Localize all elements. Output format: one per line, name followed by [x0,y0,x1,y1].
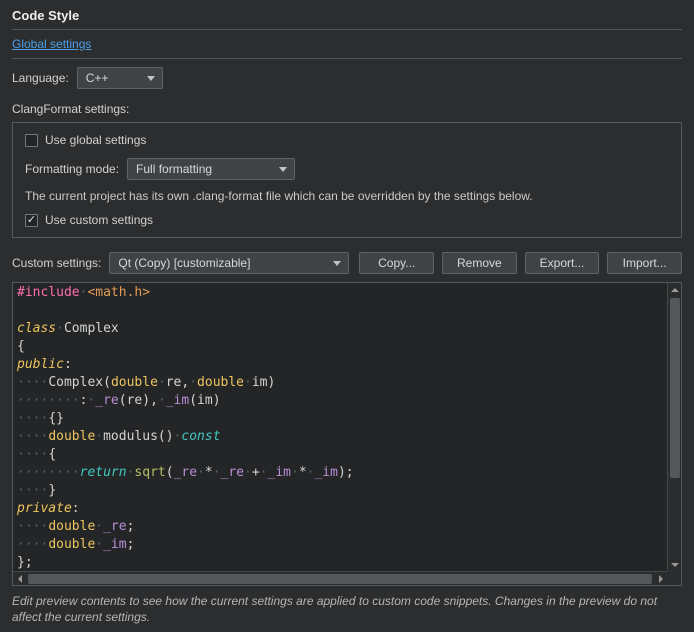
code-line: ····{} [17,410,663,428]
divider [12,29,682,30]
code-line [17,302,663,320]
code-line: }; [17,554,663,571]
use-custom-settings-checkbox[interactable]: ✓ Use custom settings [25,213,669,227]
clangformat-groupbox: Use global settings Formatting mode: Ful… [12,122,682,238]
code-line: #include·<math.h> [17,284,663,302]
scroll-down-icon[interactable] [668,558,681,571]
language-label: Language: [12,71,69,85]
code-line: ····} [17,482,663,500]
code-line: ····{ [17,446,663,464]
chevron-down-icon [279,167,287,172]
code-preview-editor[interactable]: #include·<math.h>class·Complex{public:··… [12,282,682,586]
chevron-down-icon [333,261,341,266]
scroll-left-icon[interactable] [13,572,26,585]
horizontal-scrollbar[interactable] [13,571,667,585]
checkbox-unchecked-icon [25,134,38,147]
code-line: class·Complex [17,320,663,338]
clangformat-settings-label: ClangFormat settings: [12,102,682,116]
code-line: ········:·_re(re),·_im(im) [17,392,663,410]
code-line: private: [17,500,663,518]
use-custom-settings-label: Use custom settings [45,213,153,227]
import-button[interactable]: Import... [607,252,682,274]
code-line: ····Complex(double·re,·double·im) [17,374,663,392]
remove-button[interactable]: Remove [442,252,517,274]
formatting-mode-combobox-value: Full formatting [136,162,212,176]
formatting-mode-row: Formatting mode: Full formatting [25,158,669,180]
custom-settings-label: Custom settings: [12,256,101,270]
horizontal-scrollbar-thumb[interactable] [28,574,652,584]
clang-format-info-text: The current project has its own .clang-f… [25,189,669,203]
code-line: public: [17,356,663,374]
divider [12,58,682,59]
chevron-down-icon [147,76,155,81]
scroll-right-icon[interactable] [654,572,667,585]
export-button[interactable]: Export... [525,252,600,274]
code-line: ····double·modulus()·const [17,428,663,446]
code-line: ····double·_re; [17,518,663,536]
formatting-mode-combobox[interactable]: Full formatting [127,158,295,180]
vertical-scrollbar[interactable] [667,283,681,571]
custom-settings-row: Custom settings: Qt (Copy) [customizable… [12,252,682,274]
code-line: ····double·_im; [17,536,663,554]
use-global-settings-checkbox[interactable]: Use global settings [25,133,669,147]
custom-settings-combobox[interactable]: Qt (Copy) [customizable] [109,252,349,274]
language-row: Language: C++ [12,67,682,89]
copy-button[interactable]: Copy... [359,252,434,274]
custom-settings-combobox-value: Qt (Copy) [customizable] [118,256,250,270]
scroll-up-icon[interactable] [668,283,681,296]
global-settings-link[interactable]: Global settings [12,37,91,51]
code-editor-lines: #include·<math.h>class·Complex{public:··… [13,283,667,571]
language-combobox-value: C++ [86,71,109,85]
code-style-settings-page: Code Style Global settings Language: C++… [0,0,694,632]
language-combobox[interactable]: C++ [77,67,163,89]
formatting-mode-label: Formatting mode: [25,162,119,176]
checkbox-checked-icon: ✓ [25,214,38,227]
code-line: { [17,338,663,356]
vertical-scrollbar-thumb[interactable] [670,298,680,478]
preview-help-note: Edit preview contents to see how the cur… [12,594,682,625]
page-title: Code Style [12,8,682,23]
code-line: ········return·sqrt(_re·*·_re·+·_im·*·_i… [17,464,663,482]
use-global-settings-label: Use global settings [45,133,146,147]
scrollbar-corner [667,571,681,585]
